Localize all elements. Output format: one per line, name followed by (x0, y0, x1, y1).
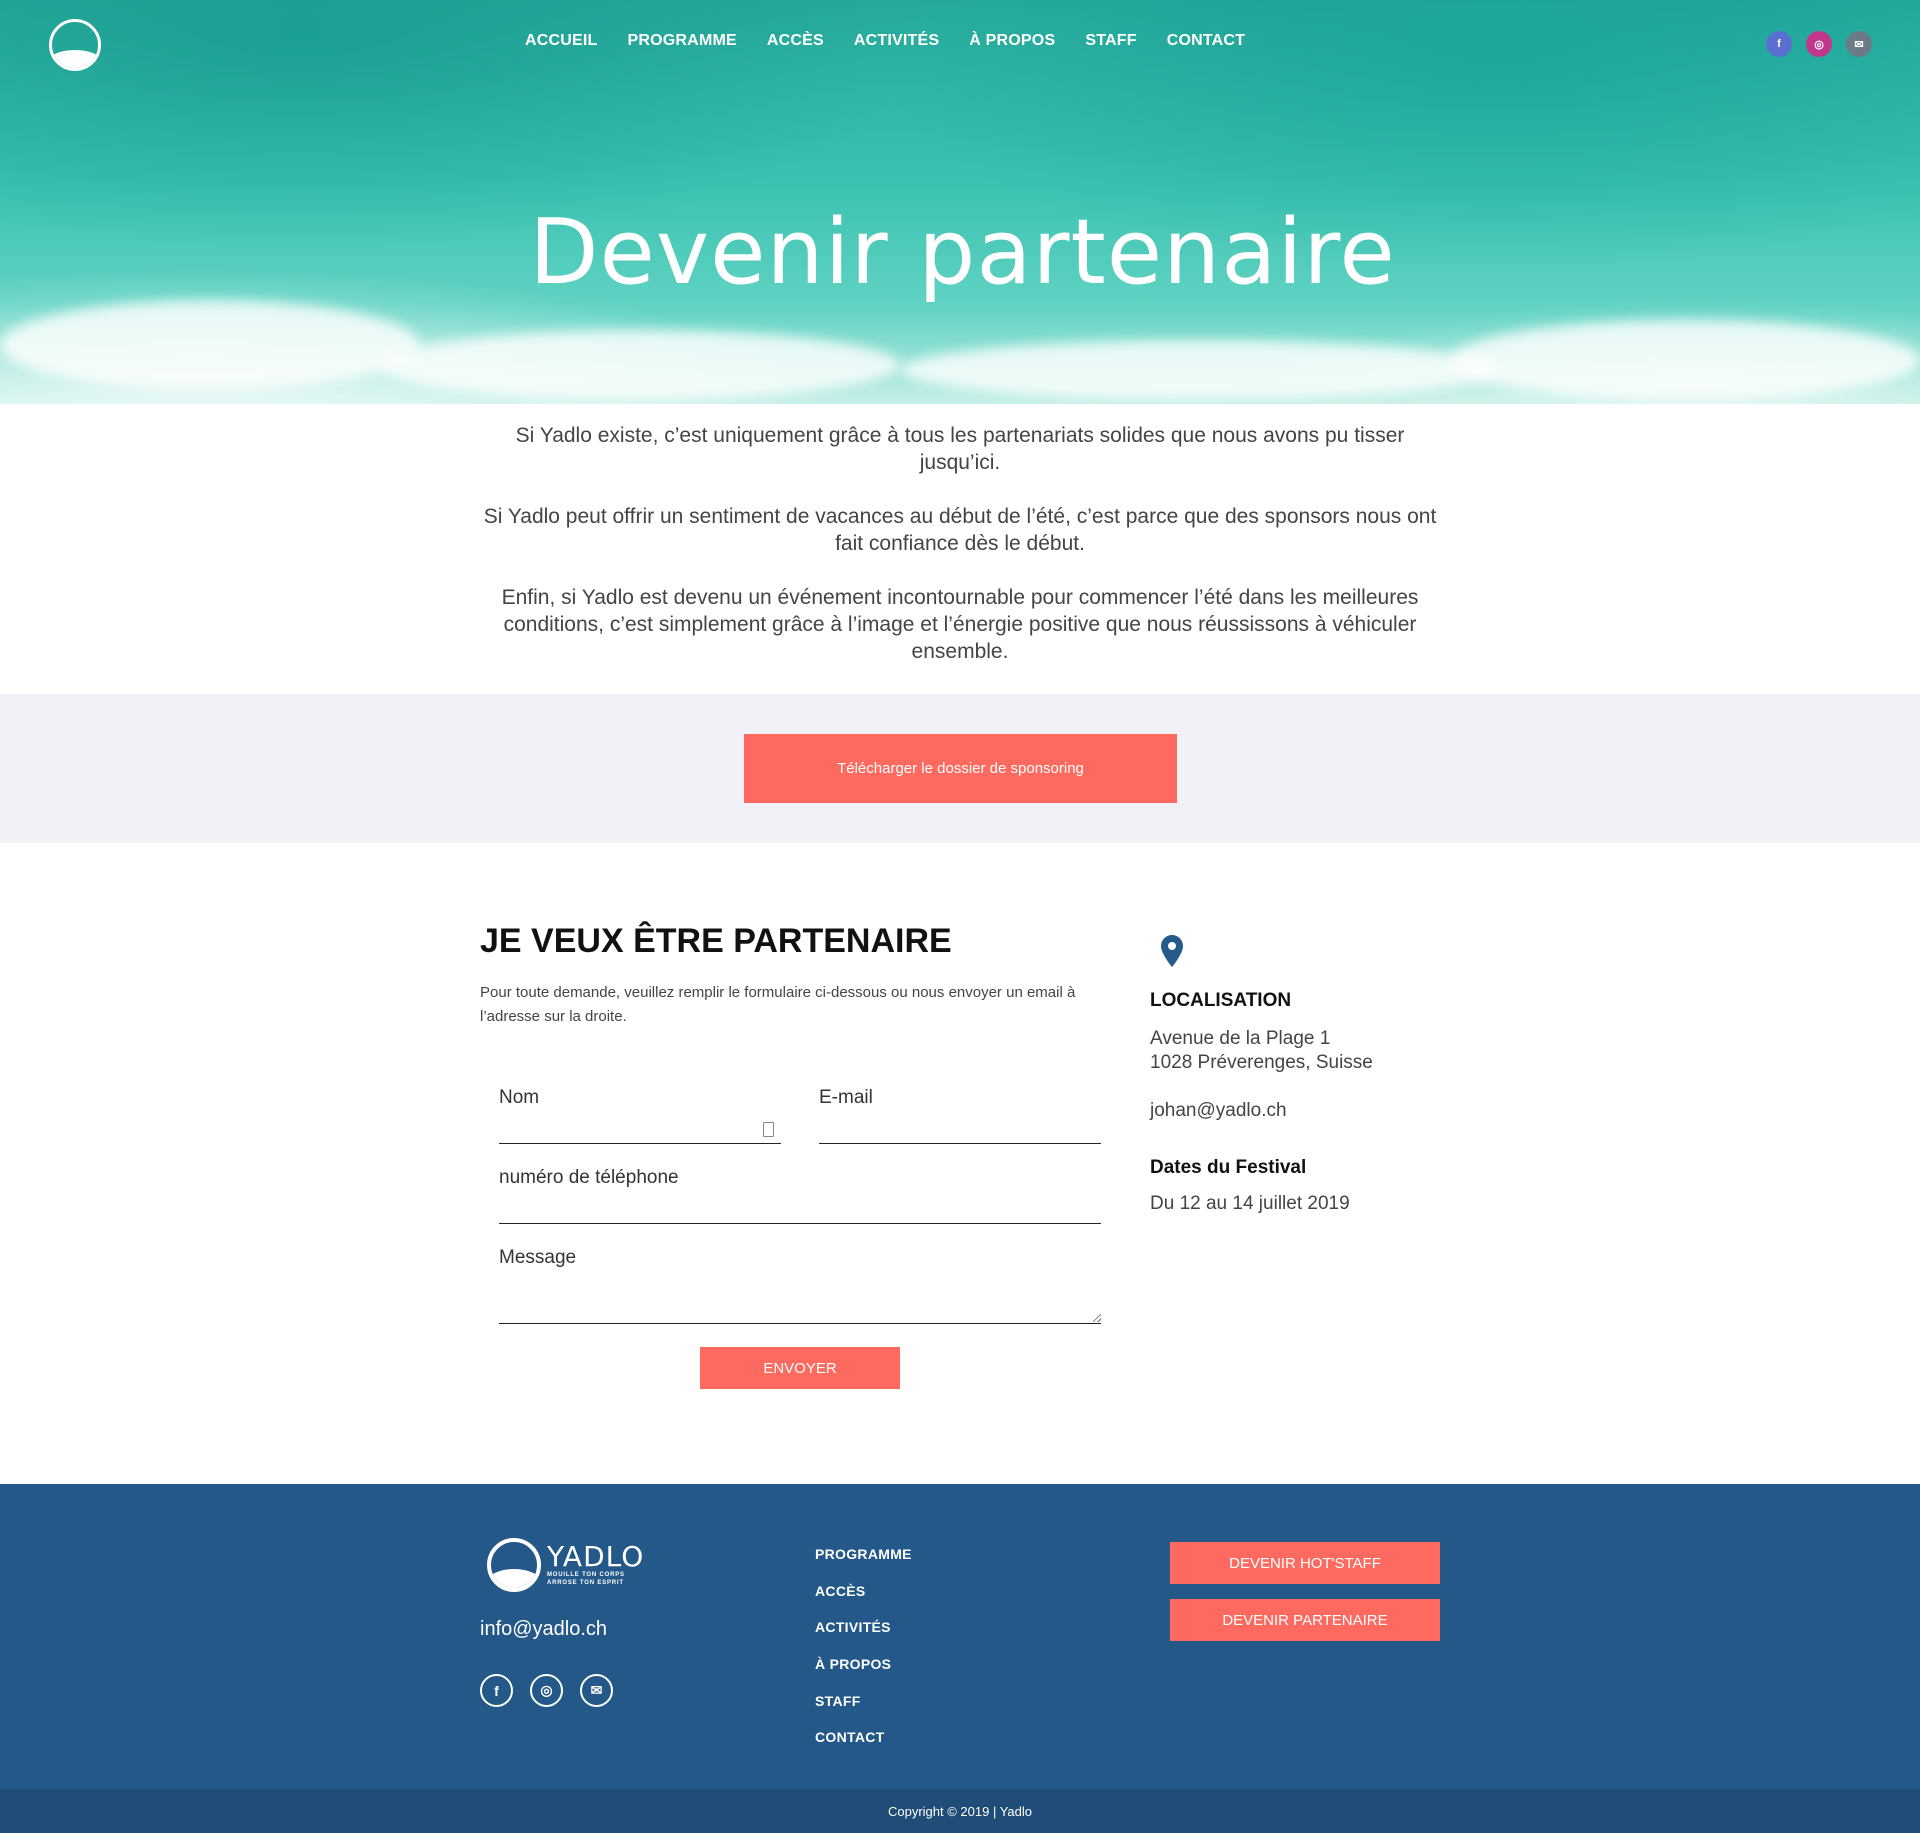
footer-link-activites[interactable]: ACTIVITÉS (815, 1619, 912, 1656)
name-field: Nom card (499, 1087, 781, 1144)
message-label: Message (499, 1247, 577, 1268)
resize-handle-icon[interactable] (1093, 1314, 1101, 1322)
instagram-icon[interactable]: ◎ (530, 1674, 563, 1707)
address-line: 1028 Préverenges, Suisse (1150, 1052, 1373, 1073)
header-social-links: f ◎ ✉ (1766, 31, 1872, 57)
message-field: Message (499, 1247, 1101, 1324)
wave-foam (900, 340, 1500, 400)
page-title: Devenir partenaire (529, 200, 1396, 305)
email-label: E-mail (819, 1087, 873, 1108)
facebook-icon[interactable]: f (1766, 31, 1792, 57)
festival-dates: Du 12 au 14 juillet 2019 (1150, 1193, 1350, 1214)
footer-link-acces[interactable]: ACCÈS (815, 1583, 912, 1620)
contact-card-icon[interactable]: card (763, 1122, 774, 1137)
site-logo[interactable] (49, 19, 101, 71)
form-description: Pour toute demande, veuillez remplir le … (480, 984, 1076, 1025)
become-partner-button[interactable]: DEVENIR PARTENAIRE (1170, 1599, 1440, 1641)
intro-paragraph: Si Yadlo existe, c’est uniquement grâce … (515, 424, 1405, 474)
nav-acces[interactable]: ACCÈS (767, 32, 824, 50)
location-pin-icon (1161, 935, 1183, 967)
email-icon[interactable]: ✉ (580, 1674, 613, 1707)
copyright-bar: Copyright © 2019 | Yadlo (0, 1789, 1920, 1833)
nav-staff[interactable]: STAFF (1085, 32, 1136, 50)
festival-dates-title: Dates du Festival (1150, 1157, 1307, 1178)
wave-foam (0, 300, 420, 390)
email-field: E-mail (819, 1087, 1101, 1144)
footer-link-programme[interactable]: PROGRAMME (815, 1546, 912, 1583)
name-input[interactable] (499, 1119, 781, 1139)
intro-paragraph: Si Yadlo peut offrir un sentiment de vac… (483, 505, 1437, 555)
instagram-icon[interactable]: ◎ (1806, 31, 1832, 57)
logo-mark-icon (487, 1538, 541, 1592)
location-title: LOCALISATION (1150, 990, 1292, 1011)
brand-name: YADLO (547, 1540, 645, 1573)
wave-foam (1450, 320, 1920, 400)
footer-social-links: f ◎ ✉ (480, 1674, 613, 1707)
footer-email[interactable]: info@yadlo.ch (480, 1618, 607, 1641)
nav-a-propos[interactable]: À PROPOS (969, 32, 1055, 50)
download-sponsoring-button[interactable]: Télécharger le dossier de sponsoring (744, 734, 1177, 803)
facebook-icon[interactable]: f (480, 1674, 513, 1707)
message-input[interactable] (499, 1285, 1101, 1319)
become-hotstaff-button[interactable]: DEVENIR HOT'STAFF (1170, 1542, 1440, 1584)
hero-banner: ACCUEIL PROGRAMME ACCÈS ACTIVITÉS À PROP… (0, 0, 1920, 404)
footer-link-contact[interactable]: CONTACT (815, 1729, 912, 1766)
contact-email[interactable]: johan@yadlo.ch (1150, 1099, 1287, 1123)
footer-menu: PROGRAMME ACCÈS ACTIVITÉS À PROPOS STAFF… (815, 1546, 912, 1766)
download-section: Télécharger le dossier de sponsoring (0, 694, 1920, 843)
send-button[interactable]: ENVOYER (700, 1347, 900, 1389)
intro-text: Si Yadlo existe, c’est uniquement grâce … (480, 422, 1440, 692)
nav-programme[interactable]: PROGRAMME (628, 32, 737, 50)
address-line: Avenue de la Plage 1 (1150, 1028, 1331, 1049)
footer-link-staff[interactable]: STAFF (815, 1693, 912, 1730)
phone-input[interactable] (499, 1199, 1101, 1219)
footer-link-a-propos[interactable]: À PROPOS (815, 1656, 912, 1693)
wave-foam (380, 330, 900, 400)
email-icon[interactable]: ✉ (1846, 31, 1872, 57)
footer-logo[interactable]: YADLO MOUILLE TON CORPS ARROSE TON ESPRI… (487, 1538, 644, 1592)
phone-label: numéro de téléphone (499, 1167, 679, 1188)
footer: YADLO MOUILLE TON CORPS ARROSE TON ESPRI… (0, 1484, 1920, 1789)
nav-contact[interactable]: CONTACT (1167, 32, 1245, 50)
nav-accueil[interactable]: ACCUEIL (525, 32, 598, 50)
name-label: Nom (499, 1087, 540, 1108)
form-title: JE VEUX ÊTRE PARTENAIRE (480, 922, 952, 960)
phone-field: numéro de téléphone (499, 1167, 1101, 1224)
intro-paragraph: Enfin, si Yadlo est devenu un événement … (501, 586, 1419, 663)
nav-activites[interactable]: ACTIVITÉS (854, 32, 939, 50)
brand-tagline: ARROSE TON ESPRIT (547, 1580, 624, 1586)
email-input[interactable] (819, 1119, 1101, 1139)
